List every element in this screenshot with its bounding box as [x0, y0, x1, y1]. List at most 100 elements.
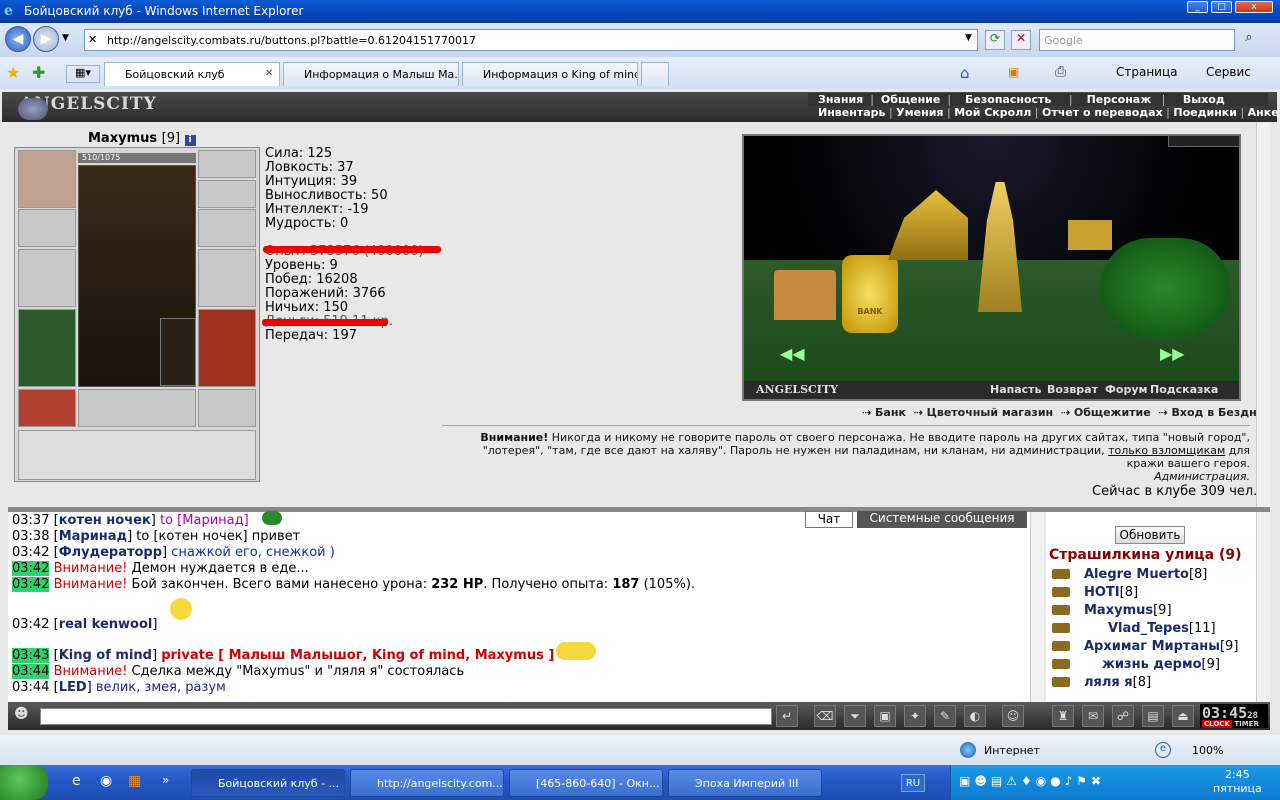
dormitory-building[interactable]: [1068, 220, 1112, 250]
user-item[interactable]: Maxymus[9]: [1084, 603, 1172, 618]
menu-security[interactable]: Безопасность: [965, 93, 1051, 106]
helmet-slot[interactable]: [18, 150, 76, 208]
hint-link[interactable]: Подсказка: [1150, 383, 1218, 396]
zoom-level[interactable]: 100%: [1192, 744, 1223, 757]
loc-dorm[interactable]: Общежитие: [1074, 406, 1151, 419]
bank-building[interactable]: BANK: [842, 255, 898, 333]
start-button[interactable]: [0, 765, 48, 800]
top-scrollbar[interactable]: [1256, 122, 1270, 507]
task-angelscity[interactable]: http://angelscity.com...: [350, 769, 504, 797]
menu-profile[interactable]: Анкета: [1248, 106, 1280, 119]
task-age-of-empires[interactable]: Эпоха Империй III: [668, 769, 822, 797]
earrings-slot[interactable]: [198, 150, 256, 178]
bracers-slot[interactable]: [18, 209, 76, 247]
bottle-icon[interactable]: ♜: [1052, 705, 1074, 727]
user-item[interactable]: Vlad_Tepes[11]: [1108, 621, 1216, 636]
chat-scrollbar[interactable]: [1030, 512, 1044, 702]
new-tab-button[interactable]: [641, 62, 669, 86]
eraser-icon[interactable]: ⌫: [814, 705, 836, 727]
amulet-slot[interactable]: [198, 180, 256, 208]
exit-icon[interactable]: ⏏: [1172, 705, 1194, 727]
arrow-right-icon[interactable]: ▶▶: [1160, 344, 1185, 363]
home-icon[interactable]: ⌂: [960, 64, 970, 82]
page-menu[interactable]: Страница: [1116, 65, 1178, 79]
user-item[interactable]: HOTI[8]: [1084, 585, 1138, 600]
app-quicklaunch-icon[interactable]: ▦: [128, 773, 141, 789]
menu-fights[interactable]: Поединки: [1173, 106, 1237, 119]
timer-label[interactable]: TIMER: [1234, 720, 1259, 728]
attack-link[interactable]: Напасть: [990, 383, 1042, 396]
smiles-icon[interactable]: ☺: [1002, 705, 1024, 727]
info-icon[interactable]: i: [184, 135, 196, 146]
ie-quicklaunch-icon[interactable]: e: [72, 773, 81, 789]
pet-owl-icon[interactable]: [160, 318, 196, 386]
address-input[interactable]: ✕ http://angelscity.combats.ru/buttons.p…: [84, 29, 978, 51]
menu-communication[interactable]: Общение: [881, 93, 940, 106]
forward-button[interactable]: ▶: [33, 26, 59, 52]
forum-link[interactable]: Форум: [1105, 383, 1148, 396]
filter-icon[interactable]: ⏷: [844, 705, 866, 727]
menu-exit[interactable]: Выход: [1183, 93, 1225, 106]
friends-icon[interactable]: ☍: [1112, 705, 1134, 727]
map-icon[interactable]: ✉: [1082, 705, 1104, 727]
minimize-button[interactable]: _: [1187, 1, 1208, 13]
media-quicklaunch-icon[interactable]: ◉: [100, 773, 112, 789]
print-icon[interactable]: ⎙: [1055, 64, 1066, 80]
back-button[interactable]: ◀: [5, 26, 31, 52]
gloves-slot[interactable]: [198, 209, 256, 247]
userlist-scrollbar[interactable]: [1256, 512, 1270, 702]
menu-skills[interactable]: Умения: [896, 106, 943, 119]
clock-label[interactable]: CLOCK: [1202, 720, 1232, 728]
user-item[interactable]: Архимаг Миртаны[9]: [1084, 639, 1238, 654]
refresh-icon[interactable]: ⟳: [985, 30, 1005, 50]
history-dropdown-icon[interactable]: ▼: [62, 33, 69, 43]
menu-knowledge[interactable]: Знания: [818, 93, 863, 106]
feeds-icon[interactable]: ▣: [1008, 65, 1019, 79]
chat-input[interactable]: [40, 708, 772, 725]
tab-system[interactable]: Системные сообщения: [857, 511, 1027, 528]
legs-slot[interactable]: [198, 309, 256, 387]
return-link[interactable]: Возврат: [1047, 383, 1098, 396]
tab-info-king[interactable]: Информация о King of mind: [462, 62, 638, 86]
refresh-button[interactable]: Обновить: [1115, 526, 1185, 544]
translit-icon[interactable]: ◐: [964, 705, 986, 727]
tab-info-malysh[interactable]: Информация о Малыш Ма...: [283, 62, 459, 86]
inventory-icon[interactable]: ▤: [1142, 705, 1164, 727]
user-item[interactable]: Alegre Muerto[8]: [1084, 567, 1207, 582]
menu-transfers[interactable]: Отчет о переводах: [1042, 106, 1163, 119]
menu-inventory[interactable]: Инвентарь: [818, 106, 885, 119]
offhand-slot[interactable]: [198, 249, 256, 307]
user-item[interactable]: жизнь дермо[9]: [1102, 657, 1220, 672]
more-quicklaunch-icon[interactable]: »: [162, 773, 169, 787]
arrow-left-icon[interactable]: ◀◀: [780, 344, 805, 363]
tab-fight-club[interactable]: Бойцовский клуб ✕: [104, 62, 280, 86]
menu-character[interactable]: Персонаж: [1087, 93, 1152, 106]
favorites-star-icon[interactable]: ★: [6, 63, 20, 82]
protected-mode-icon[interactable]: e: [1155, 742, 1171, 758]
loc-flowershop[interactable]: Цветочный магазин: [927, 406, 1053, 419]
url-dropdown-icon[interactable]: ▼: [965, 33, 972, 43]
save-log-icon[interactable]: ▣: [874, 705, 896, 727]
fight-icon[interactable]: ✦: [904, 705, 926, 727]
menu-scroll[interactable]: Мой Скролл: [954, 106, 1031, 119]
add-favorite-icon[interactable]: ✚: [32, 63, 45, 82]
warning-link[interactable]: только взломщикам: [1108, 444, 1225, 457]
weapon-slot[interactable]: [18, 249, 76, 307]
close-button[interactable]: x: [1235, 1, 1273, 13]
language-indicator[interactable]: RU: [901, 774, 925, 792]
send-icon[interactable]: ↵: [776, 705, 798, 727]
belt-slot[interactable]: [18, 389, 76, 427]
user-item[interactable]: ляля я[8]: [1084, 675, 1151, 690]
tray-icons[interactable]: ▣☻▤⚠♦◉●♪⚑✖: [959, 774, 1105, 788]
stop-icon[interactable]: ✕: [1011, 30, 1031, 50]
armor-slot[interactable]: [18, 309, 76, 387]
ring-slots[interactable]: [78, 389, 196, 427]
boots-slot[interactable]: [198, 389, 256, 427]
house-building[interactable]: [774, 270, 836, 320]
pen-icon[interactable]: ✎: [934, 705, 956, 727]
loc-bank[interactable]: Банк: [875, 406, 906, 419]
search-icon[interactable]: ⌕: [1238, 30, 1260, 50]
speaker-icon[interactable]: ☻: [14, 706, 36, 726]
task-fight-club[interactable]: Бойцовский клуб - ...: [191, 769, 345, 797]
quick-tabs-icon[interactable]: ▦▾: [66, 65, 100, 83]
